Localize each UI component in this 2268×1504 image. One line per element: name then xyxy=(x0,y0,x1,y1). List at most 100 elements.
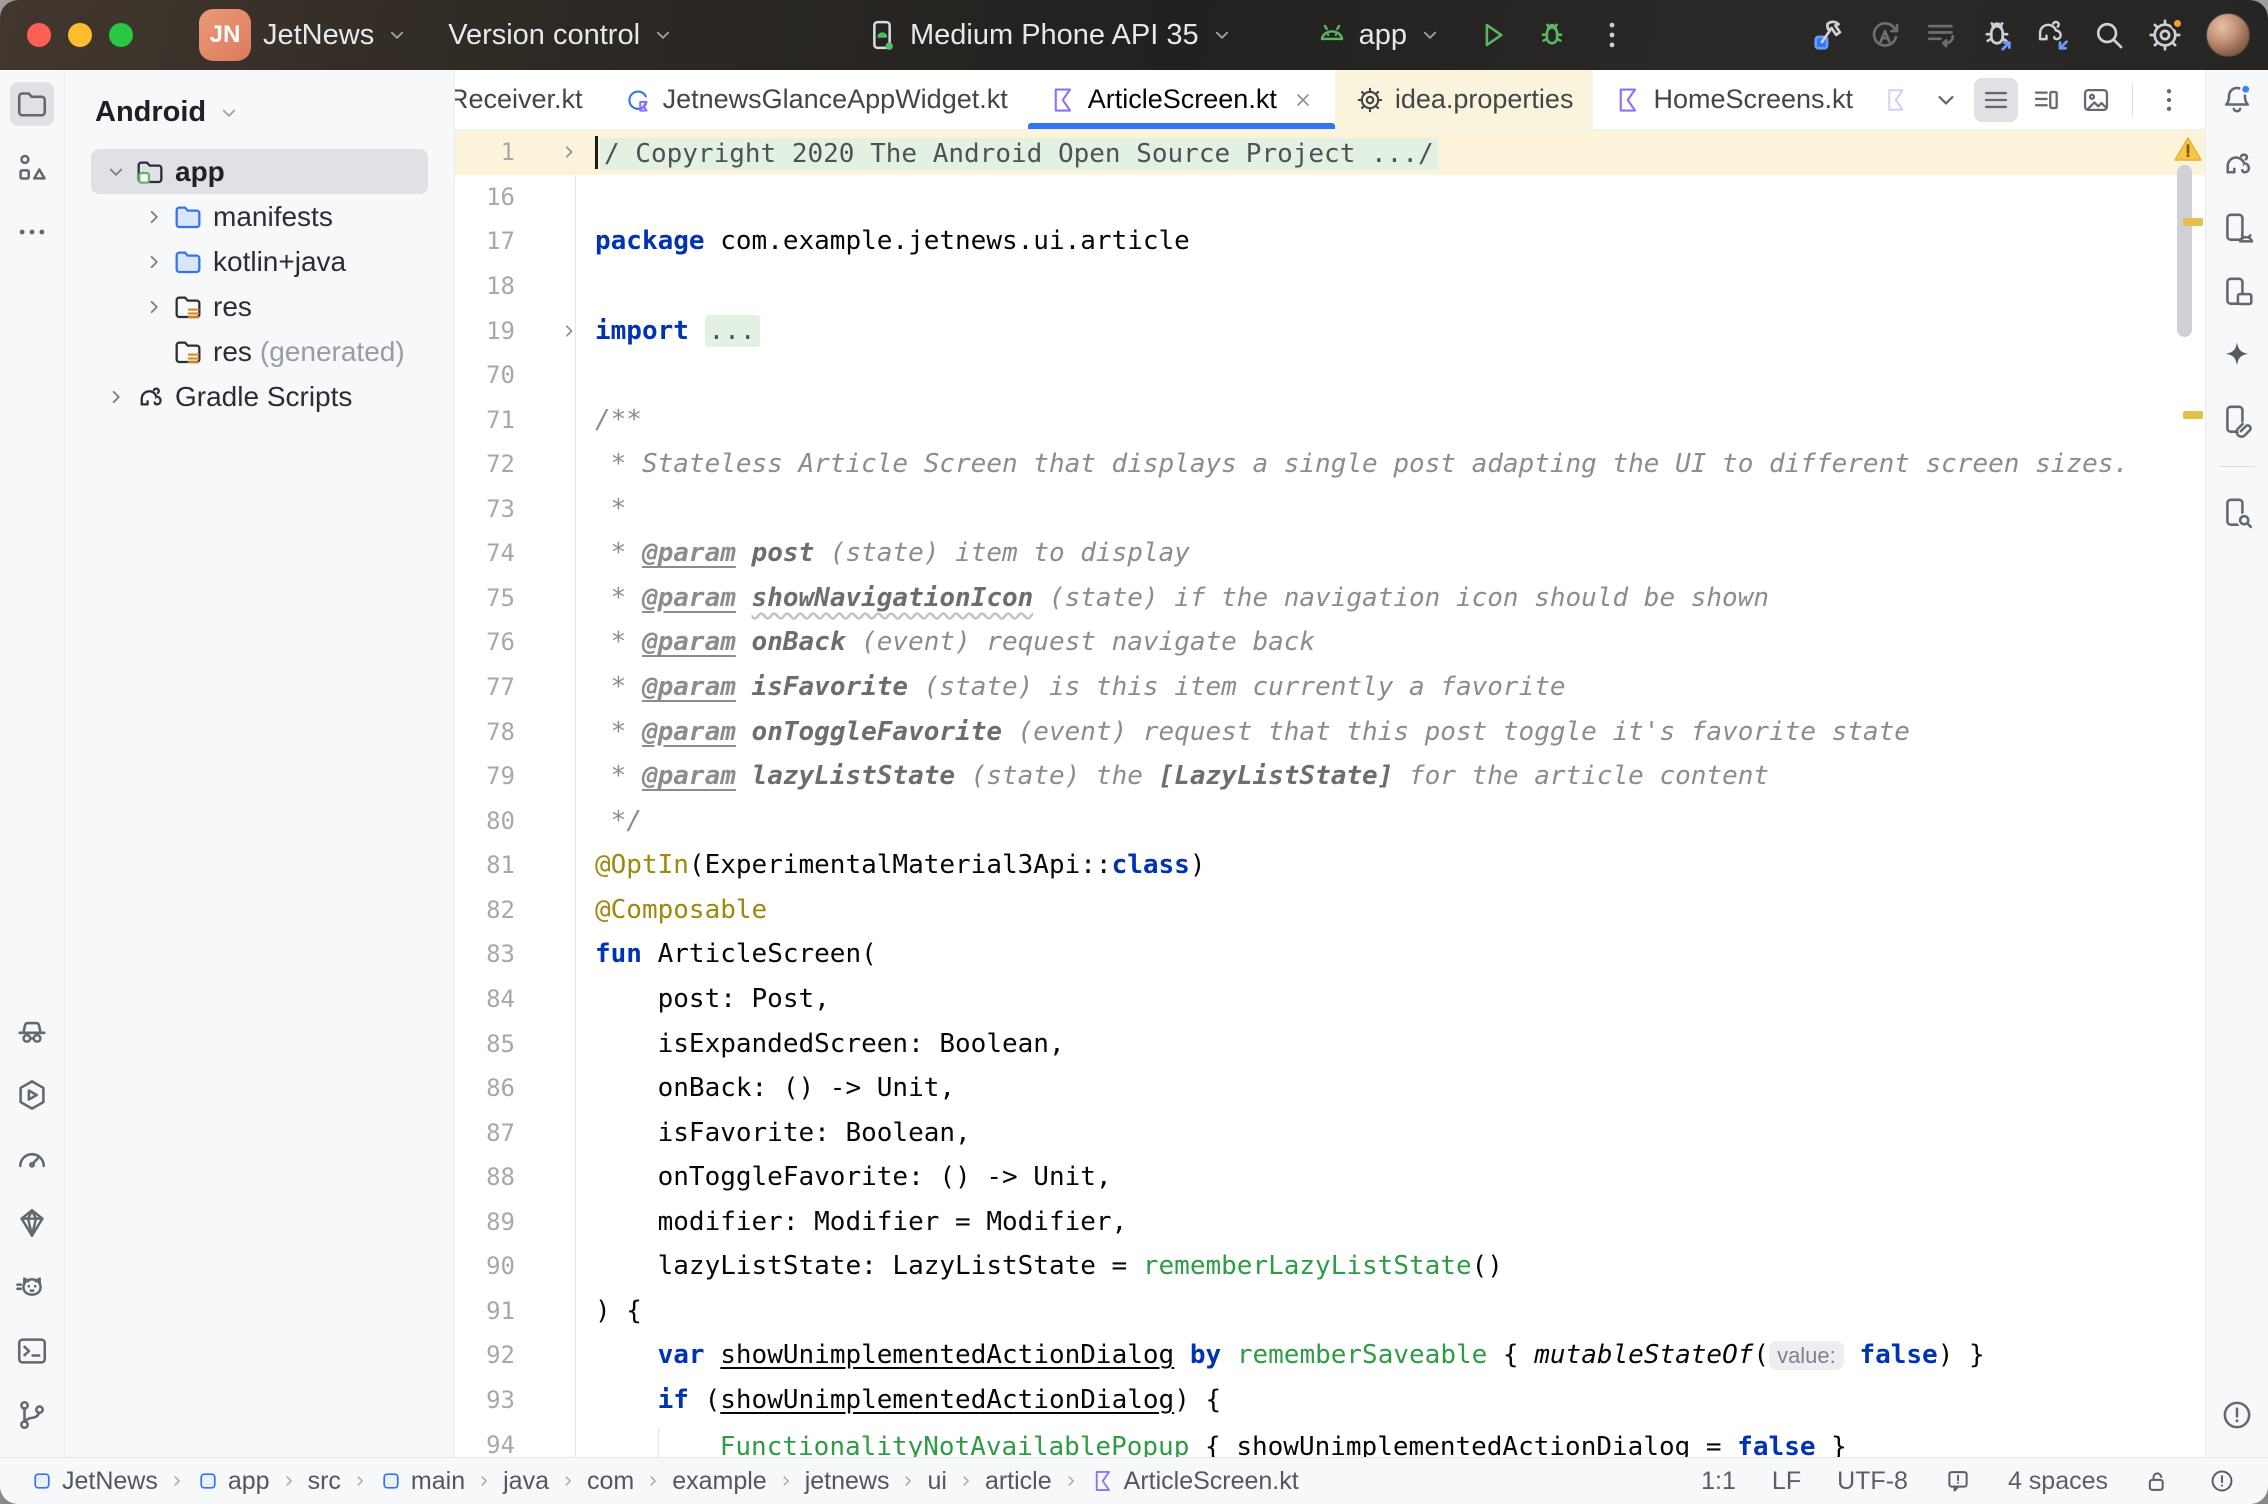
code-line-81[interactable]: 81@OptIn(ExperimentalMaterial3Api::class… xyxy=(455,843,2205,888)
tree-item-app[interactable]: app xyxy=(91,149,428,194)
app-inspection-tool-button[interactable] xyxy=(10,1009,54,1053)
app-quality-insights-tool-button[interactable] xyxy=(10,1201,54,1245)
warning-stripe-mark[interactable] xyxy=(2183,218,2203,226)
gutter-line-number[interactable]: 1 xyxy=(455,138,515,166)
gutter-line-number[interactable]: 17 xyxy=(455,227,515,255)
chevron-down-icon[interactable] xyxy=(99,159,133,185)
gutter-line-number[interactable]: 18 xyxy=(455,272,515,300)
breadcrumb-item-jetnews[interactable]: jetnews xyxy=(805,1467,890,1496)
profiler-tool-button[interactable] xyxy=(10,1137,54,1181)
version-control-tool-button[interactable] xyxy=(10,1393,54,1437)
editor-options-button[interactable] xyxy=(2147,78,2191,122)
device-mirroring-tool-button[interactable] xyxy=(2215,398,2259,442)
terminal-tool-button[interactable] xyxy=(10,1329,54,1373)
code-line-80[interactable]: 80 */ xyxy=(455,798,2205,843)
zoom-button[interactable] xyxy=(109,23,133,47)
file-lock-icon[interactable] xyxy=(2134,1463,2182,1499)
code-line-73[interactable]: 73 * xyxy=(455,487,2205,532)
code-line-79[interactable]: 79 * @param lazyListState (state) the [L… xyxy=(455,754,2205,799)
chevron-right-icon[interactable] xyxy=(99,384,133,410)
gutter-line-number[interactable]: 74 xyxy=(455,539,515,567)
inspection-warning-icon[interactable] xyxy=(2171,132,2205,166)
code-line-88[interactable]: 88 onToggleFavorite: () -> Unit, xyxy=(455,1155,2205,1200)
gutter-line-number[interactable]: 94 xyxy=(455,1431,515,1457)
debug-button[interactable] xyxy=(1529,12,1575,58)
code-line-94[interactable]: 94 FunctionalityNotAvailablePopup { show… xyxy=(455,1422,2205,1457)
more-actions-button[interactable] xyxy=(1589,12,1635,58)
code-line-93[interactable]: 93 if (showUnimplementedActionDialog) { xyxy=(455,1378,2205,1423)
code-line-76[interactable]: 76 * @param onBack (event) request navig… xyxy=(455,620,2205,665)
search-everywhere-button[interactable] xyxy=(2086,12,2132,58)
code-line-70[interactable]: 70 xyxy=(455,353,2205,398)
gutter-line-number[interactable]: 90 xyxy=(455,1252,515,1280)
code-line-77[interactable]: 77 * @param isFavorite (state) is this i… xyxy=(455,665,2205,710)
running-devices-tool-button[interactable] xyxy=(2215,270,2259,314)
code-line-75[interactable]: 75 * @param showNavigationIcon (state) i… xyxy=(455,576,2205,621)
gutter-line-number[interactable]: 89 xyxy=(455,1208,515,1236)
breadcrumb-item-articlescreen-kt[interactable]: ArticleScreen.kt xyxy=(1090,1467,1299,1496)
code-line-85[interactable]: 85 isExpandedScreen: Boolean, xyxy=(455,1021,2205,1066)
close-button[interactable] xyxy=(27,23,51,47)
list-view-toggle-button[interactable] xyxy=(1974,78,2018,122)
device-manager-tool-button[interactable] xyxy=(2215,206,2259,250)
gutter-line-number[interactable]: 85 xyxy=(455,1030,515,1058)
logcat-tool-button[interactable] xyxy=(10,1265,54,1309)
gradle-tool-button[interactable] xyxy=(2215,142,2259,186)
code-line-1[interactable]: 1/ Copyright 2020 The Android Open Sourc… xyxy=(455,130,2205,175)
tab-receiver-kt[interactable]: Receiver.kt xyxy=(455,70,603,129)
code-line-87[interactable]: 87 isFavorite: Boolean, xyxy=(455,1110,2205,1155)
gutter-line-number[interactable]: 81 xyxy=(455,851,515,879)
code-line-78[interactable]: 78 * @param onToggleFavorite (event) req… xyxy=(455,709,2205,754)
sync-project-button[interactable] xyxy=(2030,12,2076,58)
tree-item-res[interactable]: res xyxy=(91,284,428,329)
breadcrumb-item-main[interactable]: main xyxy=(379,1467,465,1496)
gutter-line-number[interactable]: 86 xyxy=(455,1074,515,1102)
breadcrumb-item-app[interactable]: app xyxy=(196,1467,270,1496)
code-line-83[interactable]: 83fun ArticleScreen( xyxy=(455,932,2205,977)
hidden-tabs-dropdown-button[interactable] xyxy=(1924,78,1968,122)
more-tool-windows-button[interactable] xyxy=(10,210,54,254)
gutter-line-number[interactable]: 93 xyxy=(455,1386,515,1414)
breadcrumb-item-example[interactable]: example xyxy=(672,1467,767,1496)
tree-item-gradle-scripts[interactable]: Gradle Scripts xyxy=(91,374,428,419)
notifications-button[interactable] xyxy=(2215,78,2259,122)
gutter-line-number[interactable]: 82 xyxy=(455,896,515,924)
gutter-line-number[interactable]: 83 xyxy=(455,940,515,968)
close-tab-icon[interactable] xyxy=(1291,88,1315,112)
run-configuration-selector[interactable]: app xyxy=(1303,10,1455,60)
gutter-line-number[interactable]: 77 xyxy=(455,673,515,701)
gutter-line-number[interactable]: 73 xyxy=(455,495,515,523)
run-tool-button[interactable] xyxy=(10,1073,54,1117)
run-button[interactable] xyxy=(1469,12,1515,58)
code-line-18[interactable]: 18 xyxy=(455,264,2205,309)
tab-articlescreen-kt[interactable]: ArticleScreen.kt xyxy=(1028,70,1335,129)
gutter-line-number[interactable]: 84 xyxy=(455,985,515,1013)
project-switcher[interactable]: JetNews xyxy=(251,11,422,60)
gutter-line-number[interactable]: 16 xyxy=(455,183,515,211)
file-encoding-widget[interactable]: UTF-8 xyxy=(1827,1463,1918,1500)
split-view-toggle-button[interactable] xyxy=(2024,78,2068,122)
code-line-71[interactable]: 71/** xyxy=(455,397,2205,442)
gutter-line-number[interactable]: 72 xyxy=(455,450,515,478)
gutter-line-number[interactable]: 19 xyxy=(455,317,515,345)
breadcrumb-item-java[interactable]: java xyxy=(503,1467,549,1496)
gutter-line-number[interactable]: 76 xyxy=(455,628,515,656)
tree-item-res[interactable]: res(generated) xyxy=(91,329,428,374)
error-highlight-level-icon[interactable] xyxy=(2198,1463,2246,1499)
tree-item-kotlin-java[interactable]: kotlin+java xyxy=(91,239,428,284)
build-button[interactable] xyxy=(1806,12,1852,58)
breadcrumb-item-ui[interactable]: ui xyxy=(927,1467,946,1496)
code-line-72[interactable]: 72 * Stateless Article Screen that displ… xyxy=(455,442,2205,487)
gutter-line-number[interactable]: 71 xyxy=(455,406,515,434)
code-editor[interactable]: 1/ Copyright 2020 The Android Open Sourc… xyxy=(455,130,2205,1457)
project-view-selector[interactable]: Android xyxy=(65,70,454,139)
structure-tool-button[interactable] xyxy=(10,146,54,190)
editor-scrollbar[interactable] xyxy=(2177,165,2192,337)
code-line-82[interactable]: 82@Composable xyxy=(455,888,2205,933)
gutter-line-number[interactable]: 88 xyxy=(455,1163,515,1191)
chevron-right-icon[interactable] xyxy=(137,249,171,275)
breadcrumb-item-jetnews[interactable]: JetNews xyxy=(30,1467,158,1496)
user-avatar[interactable] xyxy=(2206,13,2250,57)
gutter-line-number[interactable]: 91 xyxy=(455,1297,515,1325)
breadcrumb-item-com[interactable]: com xyxy=(587,1467,634,1496)
